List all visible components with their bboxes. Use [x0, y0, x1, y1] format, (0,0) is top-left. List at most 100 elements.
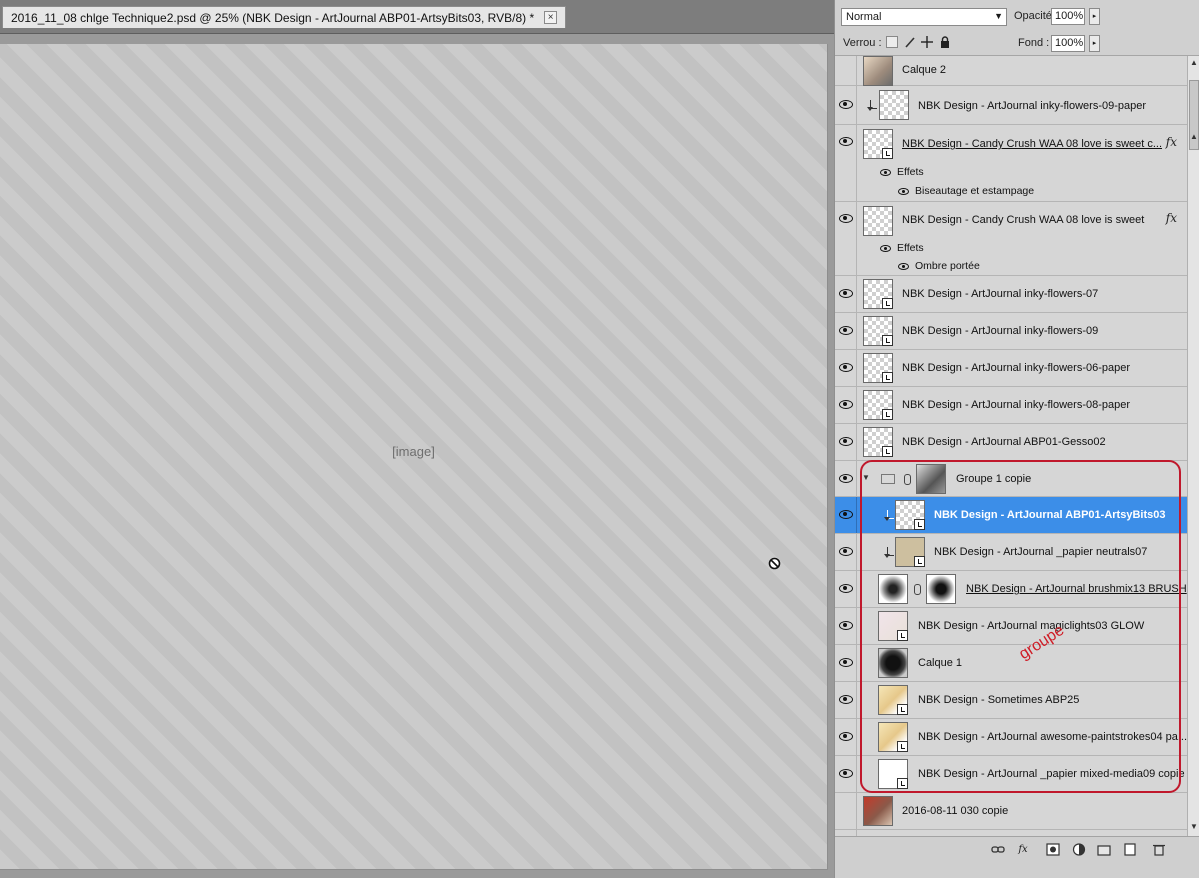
- layer-row[interactable]: NBK Design - Candy Crush WAA 08 love is …: [835, 202, 1187, 239]
- visibility-toggle[interactable]: [835, 239, 857, 258]
- visibility-toggle[interactable]: [835, 719, 857, 755]
- eye-icon[interactable]: [839, 437, 853, 446]
- lock-all-padlock-icon[interactable]: [939, 36, 951, 48]
- layer-row[interactable]: 2016-08-11 030 copie: [835, 793, 1187, 830]
- delete-layer-trash-icon[interactable]: [1152, 843, 1166, 856]
- eye-icon[interactable]: [839, 732, 853, 741]
- eye-icon[interactable]: [839, 695, 853, 704]
- layers-scrollbar[interactable]: ▲ ▲ ▼: [1187, 56, 1199, 836]
- eye-icon[interactable]: [880, 245, 891, 252]
- visibility-toggle[interactable]: [835, 163, 857, 182]
- visibility-toggle[interactable]: [835, 350, 857, 386]
- eye-icon[interactable]: [839, 326, 853, 335]
- visibility-toggle[interactable]: [835, 682, 857, 718]
- link-layers-icon[interactable]: [991, 843, 1005, 856]
- effect-row[interactable]: Biseautage et estampage: [835, 182, 1187, 202]
- eye-icon[interactable]: [839, 474, 853, 483]
- lock-pixels-brush-icon[interactable]: [904, 36, 916, 48]
- layer-name: NBK Design - ArtJournal brushmix13 BRUSH: [966, 583, 1187, 595]
- visibility-toggle[interactable]: [835, 534, 857, 570]
- lock-transparency-icon[interactable]: [886, 36, 898, 48]
- add-layer-style-fx-icon[interactable]: fx: [1016, 843, 1030, 856]
- adjustment-layer-icon[interactable]: [1072, 843, 1086, 856]
- expand-group-chevron-icon[interactable]: ▼: [862, 473, 870, 482]
- eye-icon[interactable]: [839, 658, 853, 667]
- visibility-toggle[interactable]: [835, 497, 857, 533]
- layer-row[interactable]: NBK Design - ArtJournal brushmix13 BRUSH: [835, 571, 1187, 608]
- blend-mode-select[interactable]: Normal ▼: [841, 8, 1007, 26]
- eye-icon[interactable]: [839, 584, 853, 593]
- layer-row[interactable]: NBK Design - ArtJournal magiclights03 GL…: [835, 608, 1187, 645]
- link-icon[interactable]: [914, 584, 921, 595]
- fx-icon[interactable]: fx: [1166, 135, 1177, 149]
- eye-icon[interactable]: [839, 363, 853, 372]
- visibility-toggle[interactable]: [835, 387, 857, 423]
- visibility-toggle[interactable]: [835, 424, 857, 460]
- eye-icon[interactable]: [839, 547, 853, 556]
- layer-row[interactable]: Calque 1: [835, 645, 1187, 682]
- scroll-up-arrow-icon[interactable]: ▲: [1190, 132, 1198, 141]
- eye-icon[interactable]: [839, 510, 853, 519]
- effects-row[interactable]: Effets: [835, 163, 1187, 182]
- layer-row[interactable]: NBK Design - Sometimes ABP25: [835, 682, 1187, 719]
- scroll-down-arrow-icon[interactable]: ▼: [1190, 822, 1198, 831]
- effect-row[interactable]: Ombre portée: [835, 258, 1187, 276]
- visibility-toggle[interactable]: [835, 461, 857, 496]
- layer-row[interactable]: NBK Design - ArtJournal awesome-paintstr…: [835, 719, 1187, 756]
- layer-row[interactable]: NBK Design - ArtJournal ABP01-Gesso02: [835, 424, 1187, 461]
- layer-row-selected[interactable]: NBK Design - ArtJournal ABP01-ArtsyBits0…: [835, 497, 1187, 534]
- eye-icon[interactable]: [839, 289, 853, 298]
- layer-row[interactable]: NBK Design - ArtJournal inky-flowers-09-…: [835, 86, 1187, 125]
- visibility-toggle[interactable]: [835, 608, 857, 644]
- add-mask-icon[interactable]: [1046, 843, 1060, 856]
- visibility-toggle[interactable]: [835, 182, 857, 201]
- group-row[interactable]: ▼ Groupe 1 copie: [835, 461, 1187, 497]
- visibility-toggle[interactable]: [835, 645, 857, 681]
- eye-icon[interactable]: [839, 400, 853, 409]
- eye-icon[interactable]: [839, 137, 853, 146]
- effects-row[interactable]: Effets: [835, 239, 1187, 258]
- eye-icon[interactable]: [880, 169, 891, 176]
- eye-icon[interactable]: [839, 100, 853, 109]
- opacity-field[interactable]: 100%: [1051, 8, 1085, 25]
- visibility-toggle[interactable]: [835, 86, 857, 124]
- layer-row[interactable]: NBK Design - ArtJournal inky-flowers-07: [835, 276, 1187, 313]
- layer-mask-thumbnail[interactable]: [926, 574, 956, 604]
- fx-icon[interactable]: fx: [1166, 211, 1177, 225]
- fill-slider-arrow-icon[interactable]: ▸: [1089, 35, 1100, 52]
- scroll-up-arrow-icon[interactable]: ▲: [1190, 58, 1198, 67]
- visibility-toggle-empty[interactable]: [835, 793, 857, 829]
- layer-row[interactable]: Calque 2: [835, 56, 1187, 86]
- visibility-toggle[interactable]: [835, 276, 857, 312]
- canvas[interactable]: [image]: [0, 44, 828, 870]
- eye-icon[interactable]: [839, 621, 853, 630]
- visibility-toggle[interactable]: [835, 571, 857, 607]
- fill-field[interactable]: 100%: [1051, 35, 1085, 52]
- visibility-toggle[interactable]: [835, 202, 857, 239]
- opacity-slider-arrow-icon[interactable]: ▸: [1089, 8, 1100, 25]
- layer-row[interactable]: NBK Design - ArtJournal _papier mixed-me…: [835, 756, 1187, 793]
- link-icon[interactable]: [904, 474, 911, 485]
- visibility-toggle[interactable]: [835, 756, 857, 792]
- eye-icon[interactable]: [898, 188, 909, 195]
- layer-row[interactable]: NBK Design - ArtJournal inky-flowers-06-…: [835, 350, 1187, 387]
- visibility-toggle[interactable]: [835, 258, 857, 275]
- close-tab-icon[interactable]: ×: [544, 11, 558, 24]
- layer-name: NBK Design - Candy Crush WAA 08 love is …: [902, 214, 1145, 226]
- visibility-toggle[interactable]: [835, 313, 857, 349]
- visibility-toggle-empty[interactable]: [835, 56, 857, 85]
- visibility-toggle[interactable]: [835, 125, 857, 163]
- new-group-folder-icon[interactable]: [1097, 843, 1111, 856]
- layer-row[interactable]: NBK Design - ArtJournal inky-flowers-09: [835, 313, 1187, 350]
- new-layer-icon[interactable]: [1123, 843, 1137, 856]
- eye-icon[interactable]: [898, 263, 909, 270]
- layer-thumbnail: [878, 722, 908, 752]
- blend-mode-value: Normal: [846, 11, 882, 23]
- eye-icon[interactable]: [839, 214, 853, 223]
- layer-row[interactable]: NBK Design - ArtJournal _papier neutrals…: [835, 534, 1187, 571]
- lock-position-move-icon[interactable]: [921, 36, 933, 48]
- layer-row[interactable]: NBK Design - ArtJournal inky-flowers-08-…: [835, 387, 1187, 424]
- document-tab[interactable]: 2016_11_08 chlge Technique2.psd @ 25% (N…: [2, 6, 567, 28]
- layer-row[interactable]: NBK Design - Candy Crush WAA 08 love is …: [835, 125, 1187, 163]
- eye-icon[interactable]: [839, 769, 853, 778]
